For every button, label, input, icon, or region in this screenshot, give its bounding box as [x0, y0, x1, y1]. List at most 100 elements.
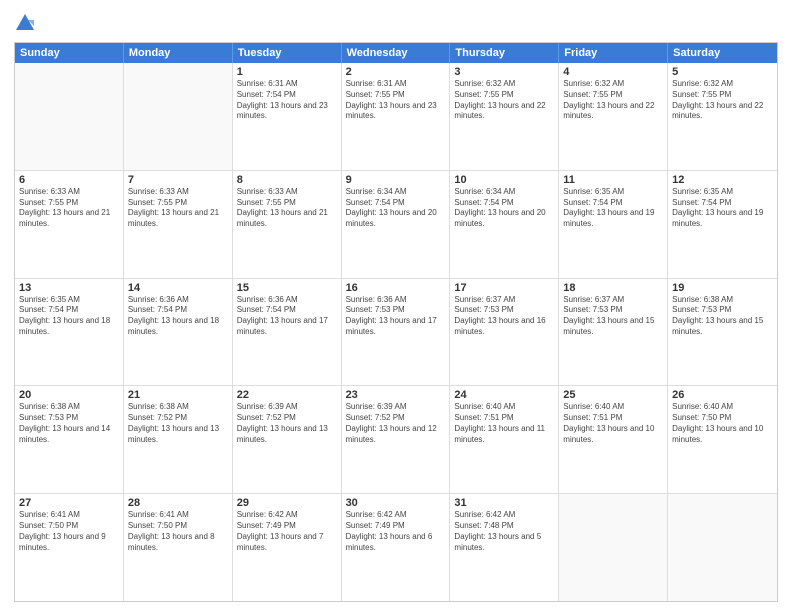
day-info: Sunrise: 6:42 AM Sunset: 7:48 PM Dayligh…	[454, 510, 554, 553]
calendar-cell: 22Sunrise: 6:39 AM Sunset: 7:52 PM Dayli…	[233, 386, 342, 493]
day-info: Sunrise: 6:35 AM Sunset: 7:54 PM Dayligh…	[19, 295, 119, 338]
calendar-cell	[668, 494, 777, 601]
day-info: Sunrise: 6:34 AM Sunset: 7:54 PM Dayligh…	[454, 187, 554, 230]
calendar-cell: 12Sunrise: 6:35 AM Sunset: 7:54 PM Dayli…	[668, 171, 777, 278]
day-info: Sunrise: 6:36 AM Sunset: 7:54 PM Dayligh…	[237, 295, 337, 338]
day-info: Sunrise: 6:41 AM Sunset: 7:50 PM Dayligh…	[19, 510, 119, 553]
weekday-header: Saturday	[668, 43, 777, 63]
day-info: Sunrise: 6:39 AM Sunset: 7:52 PM Dayligh…	[237, 402, 337, 445]
day-info: Sunrise: 6:42 AM Sunset: 7:49 PM Dayligh…	[237, 510, 337, 553]
day-info: Sunrise: 6:35 AM Sunset: 7:54 PM Dayligh…	[672, 187, 773, 230]
day-number: 23	[346, 389, 446, 401]
calendar-cell: 16Sunrise: 6:36 AM Sunset: 7:53 PM Dayli…	[342, 279, 451, 386]
calendar-cell: 8Sunrise: 6:33 AM Sunset: 7:55 PM Daylig…	[233, 171, 342, 278]
calendar-cell: 9Sunrise: 6:34 AM Sunset: 7:54 PM Daylig…	[342, 171, 451, 278]
calendar-cell: 30Sunrise: 6:42 AM Sunset: 7:49 PM Dayli…	[342, 494, 451, 601]
calendar-cell	[124, 63, 233, 170]
day-info: Sunrise: 6:39 AM Sunset: 7:52 PM Dayligh…	[346, 402, 446, 445]
calendar-header: SundayMondayTuesdayWednesdayThursdayFrid…	[15, 43, 777, 63]
day-info: Sunrise: 6:33 AM Sunset: 7:55 PM Dayligh…	[128, 187, 228, 230]
day-number: 31	[454, 497, 554, 509]
day-number: 17	[454, 282, 554, 294]
calendar-cell: 25Sunrise: 6:40 AM Sunset: 7:51 PM Dayli…	[559, 386, 668, 493]
calendar: SundayMondayTuesdayWednesdayThursdayFrid…	[14, 42, 778, 602]
calendar-cell: 7Sunrise: 6:33 AM Sunset: 7:55 PM Daylig…	[124, 171, 233, 278]
weekday-header: Tuesday	[233, 43, 342, 63]
calendar-cell: 11Sunrise: 6:35 AM Sunset: 7:54 PM Dayli…	[559, 171, 668, 278]
calendar-row: 6 Sunrise: 6:33 AM Sunset: 7:55 PM Daylig…	[15, 171, 777, 279]
day-number: 8	[237, 174, 337, 186]
calendar-cell	[15, 63, 124, 170]
calendar-cell	[559, 494, 668, 601]
day-info: Sunrise: 6:37 AM Sunset: 7:53 PM Dayligh…	[454, 295, 554, 338]
day-info: Sunrise: 6:38 AM Sunset: 7:52 PM Dayligh…	[128, 402, 228, 445]
day-number: 20	[19, 389, 119, 401]
day-number: 6	[19, 174, 119, 186]
day-number: 4	[563, 66, 663, 78]
day-info: Sunrise: 6:37 AM Sunset: 7:53 PM Dayligh…	[563, 295, 663, 338]
day-number: 28	[128, 497, 228, 509]
day-info: Sunrise: 6:31 AM Sunset: 7:55 PM Dayligh…	[346, 79, 446, 122]
day-number: 21	[128, 389, 228, 401]
calendar-cell: 21Sunrise: 6:38 AM Sunset: 7:52 PM Dayli…	[124, 386, 233, 493]
calendar-cell: 6Sunrise: 6:33 AM Sunset: 7:55 PM Daylig…	[15, 171, 124, 278]
calendar-cell: 26Sunrise: 6:40 AM Sunset: 7:50 PM Dayli…	[668, 386, 777, 493]
day-number: 19	[672, 282, 773, 294]
day-info: Sunrise: 6:32 AM Sunset: 7:55 PM Dayligh…	[672, 79, 773, 122]
weekday-header: Sunday	[15, 43, 124, 63]
weekday-header: Friday	[559, 43, 668, 63]
calendar-cell: 20Sunrise: 6:38 AM Sunset: 7:53 PM Dayli…	[15, 386, 124, 493]
calendar-cell: 29Sunrise: 6:42 AM Sunset: 7:49 PM Dayli…	[233, 494, 342, 601]
day-number: 29	[237, 497, 337, 509]
day-info: Sunrise: 6:40 AM Sunset: 7:51 PM Dayligh…	[563, 402, 663, 445]
day-info: Sunrise: 6:34 AM Sunset: 7:54 PM Dayligh…	[346, 187, 446, 230]
day-number: 13	[19, 282, 119, 294]
day-number: 25	[563, 389, 663, 401]
calendar-cell: 14Sunrise: 6:36 AM Sunset: 7:54 PM Dayli…	[124, 279, 233, 386]
calendar-cell: 15Sunrise: 6:36 AM Sunset: 7:54 PM Dayli…	[233, 279, 342, 386]
weekday-header: Thursday	[450, 43, 559, 63]
day-number: 10	[454, 174, 554, 186]
day-info: Sunrise: 6:40 AM Sunset: 7:50 PM Dayligh…	[672, 402, 773, 445]
day-number: 15	[237, 282, 337, 294]
day-number: 30	[346, 497, 446, 509]
day-info: Sunrise: 6:36 AM Sunset: 7:54 PM Dayligh…	[128, 295, 228, 338]
day-info: Sunrise: 6:32 AM Sunset: 7:55 PM Dayligh…	[454, 79, 554, 122]
calendar-cell: 3Sunrise: 6:32 AM Sunset: 7:55 PM Daylig…	[450, 63, 559, 170]
logo	[14, 10, 38, 34]
calendar-cell: 27Sunrise: 6:41 AM Sunset: 7:50 PM Dayli…	[15, 494, 124, 601]
day-number: 7	[128, 174, 228, 186]
day-info: Sunrise: 6:38 AM Sunset: 7:53 PM Dayligh…	[19, 402, 119, 445]
calendar-cell: 19Sunrise: 6:38 AM Sunset: 7:53 PM Dayli…	[668, 279, 777, 386]
calendar-cell: 18Sunrise: 6:37 AM Sunset: 7:53 PM Dayli…	[559, 279, 668, 386]
calendar-cell: 1Sunrise: 6:31 AM Sunset: 7:54 PM Daylig…	[233, 63, 342, 170]
day-number: 2	[346, 66, 446, 78]
calendar-cell: 23Sunrise: 6:39 AM Sunset: 7:52 PM Dayli…	[342, 386, 451, 493]
weekday-header: Monday	[124, 43, 233, 63]
calendar-row: 1Sunrise: 6:31 AM Sunset: 7:54 PM Daylig…	[15, 63, 777, 171]
day-number: 26	[672, 389, 773, 401]
day-info: Sunrise: 6:33 AM Sunset: 7:55 PM Dayligh…	[237, 187, 337, 230]
calendar-cell: 10Sunrise: 6:34 AM Sunset: 7:54 PM Dayli…	[450, 171, 559, 278]
day-info: Sunrise: 6:32 AM Sunset: 7:55 PM Dayligh…	[563, 79, 663, 122]
day-info: Sunrise: 6:40 AM Sunset: 7:51 PM Dayligh…	[454, 402, 554, 445]
calendar-row: 27Sunrise: 6:41 AM Sunset: 7:50 PM Dayli…	[15, 494, 777, 601]
day-info: Sunrise: 6:35 AM Sunset: 7:54 PM Dayligh…	[563, 187, 663, 230]
calendar-cell: 4Sunrise: 6:32 AM Sunset: 7:55 PM Daylig…	[559, 63, 668, 170]
calendar-row: 20Sunrise: 6:38 AM Sunset: 7:53 PM Dayli…	[15, 386, 777, 494]
day-info: Sunrise: 6:42 AM Sunset: 7:49 PM Dayligh…	[346, 510, 446, 553]
day-number: 12	[672, 174, 773, 186]
day-info: Sunrise: 6:31 AM Sunset: 7:54 PM Dayligh…	[237, 79, 337, 122]
day-info: Sunrise: 6:36 AM Sunset: 7:53 PM Dayligh…	[346, 295, 446, 338]
day-number: 1	[237, 66, 337, 78]
day-number: 22	[237, 389, 337, 401]
page-header	[14, 10, 778, 34]
calendar-cell: 28Sunrise: 6:41 AM Sunset: 7:50 PM Dayli…	[124, 494, 233, 601]
day-number: 18	[563, 282, 663, 294]
calendar-cell: 24Sunrise: 6:40 AM Sunset: 7:51 PM Dayli…	[450, 386, 559, 493]
day-info: Sunrise: 6:41 AM Sunset: 7:50 PM Dayligh…	[128, 510, 228, 553]
calendar-cell: 31Sunrise: 6:42 AM Sunset: 7:48 PM Dayli…	[450, 494, 559, 601]
day-number: 24	[454, 389, 554, 401]
calendar-cell: 5Sunrise: 6:32 AM Sunset: 7:55 PM Daylig…	[668, 63, 777, 170]
calendar-body: 1Sunrise: 6:31 AM Sunset: 7:54 PM Daylig…	[15, 63, 777, 601]
